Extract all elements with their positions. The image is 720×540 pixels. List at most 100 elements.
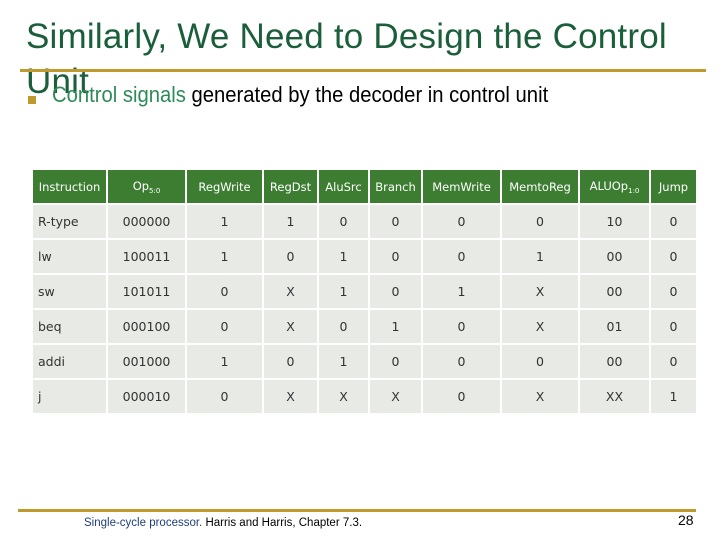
signal-cell: X	[264, 380, 317, 413]
signal-cell: 0	[651, 205, 696, 238]
signal-cell: X	[502, 275, 578, 308]
table-body: R-type 000000 1 1 0 0 0 0 10 0 lw 100011 1 0 1 0 0 1 00 0 sw…	[33, 205, 696, 413]
signal-cell: 1	[423, 275, 500, 308]
table-row: lw 100011 1 0 1 0 0 1 00 0	[33, 240, 696, 273]
signal-cell: X	[370, 380, 421, 413]
title-divider	[20, 69, 706, 72]
footer-divider	[18, 509, 696, 512]
signal-cell: 0	[370, 345, 421, 378]
signal-cell: 0	[187, 310, 262, 343]
instruction-cell: addi	[33, 345, 106, 378]
footer-citation: Single-cycle processor. Harris and Harri…	[84, 517, 362, 529]
instruction-cell: sw	[33, 275, 106, 308]
signal-cell: 00	[580, 275, 649, 308]
signal-cell: 0	[187, 380, 262, 413]
column-header-label: Instruction	[38, 179, 101, 194]
column-header-instruction: Instruction	[33, 170, 106, 203]
signal-cell: X	[502, 310, 578, 343]
column-header-label: RegWrite	[198, 179, 251, 194]
signal-cell: 0	[502, 205, 578, 238]
signal-cell: 0	[370, 205, 421, 238]
table-row: addi 001000 1 0 1 0 0 0 00 0	[33, 345, 696, 378]
signal-cell: 101011	[108, 275, 185, 308]
column-header-label: AluSrc	[325, 179, 362, 194]
signal-cell: 00	[580, 240, 649, 273]
signal-cell: 1	[370, 310, 421, 343]
column-header-label: Op	[132, 178, 150, 193]
signal-cell: 0	[264, 345, 317, 378]
column-header-jump: Jump	[651, 170, 696, 203]
signal-cell: 000000	[108, 205, 185, 238]
signal-cell: 0	[187, 275, 262, 308]
signal-cell: 0	[423, 240, 500, 273]
signal-cell: XX	[580, 380, 649, 413]
signal-cell: 1	[187, 240, 262, 273]
signal-cell: 1	[187, 345, 262, 378]
signal-cell: 1	[651, 380, 696, 413]
signal-cell: 001000	[108, 345, 185, 378]
column-header-regdst: RegDst	[264, 170, 317, 203]
column-header-label: Jump	[658, 179, 689, 194]
column-header-aluop: ALUOp1:0	[580, 170, 649, 203]
signal-cell: 1	[187, 205, 262, 238]
bullet-rest-text: generated by the decoder in control unit	[185, 82, 549, 107]
signal-cell: 10	[580, 205, 649, 238]
signal-cell: 0	[423, 205, 500, 238]
signal-cell: 00	[580, 345, 649, 378]
instruction-cell: R-type	[33, 205, 106, 238]
table-row: beq 000100 0 X 0 1 0 X 01 0	[33, 310, 696, 343]
signal-cell: 1	[264, 205, 317, 238]
bullet-point: Control signals generated by the decoder…	[52, 81, 548, 109]
signal-cell: 0	[502, 345, 578, 378]
column-header-subscript: 5:0	[149, 186, 161, 195]
column-header-regwrite: RegWrite	[187, 170, 262, 203]
table-row: sw 101011 0 X 1 0 1 X 00 0	[33, 275, 696, 308]
signal-cell: 0	[370, 240, 421, 273]
control-signals-table: Instruction Op5:0 RegWrite RegDst AluSrc Bran…	[31, 168, 698, 415]
signal-cell: 0	[651, 345, 696, 378]
signal-cell: 0	[651, 310, 696, 343]
signal-cell: 0	[264, 240, 317, 273]
instruction-cell: j	[33, 380, 106, 413]
signal-cell: 1	[319, 345, 368, 378]
column-header-subscript: 1:0	[628, 186, 640, 195]
bullet-square-icon	[28, 96, 36, 104]
signal-cell: X	[264, 275, 317, 308]
table-row: j 000010 0 X X X 0 X XX 1	[33, 380, 696, 413]
signal-cell: 0	[423, 310, 500, 343]
instruction-cell: lw	[33, 240, 106, 273]
column-header-memwrite: MemWrite	[423, 170, 500, 203]
table-row: R-type 000000 1 1 0 0 0 0 10 0	[33, 205, 696, 238]
signal-cell: X	[264, 310, 317, 343]
column-header-label: MemtoReg	[509, 179, 571, 194]
page-number: 28	[678, 512, 694, 528]
signal-cell: 100011	[108, 240, 185, 273]
column-header-label: Branch	[375, 179, 416, 194]
signal-cell: 1	[502, 240, 578, 273]
footer-source: Harris and Harris, Chapter 7.3.	[202, 517, 363, 529]
column-header-label: RegDst	[269, 179, 312, 194]
bullet-accent-text: Control signals	[52, 82, 186, 107]
signal-cell: 0	[319, 310, 368, 343]
signal-cell: 0	[423, 345, 500, 378]
signal-cell: X	[319, 380, 368, 413]
instruction-cell: beq	[33, 310, 106, 343]
signal-cell: 000100	[108, 310, 185, 343]
footer-link[interactable]: Single-cycle processor.	[84, 517, 202, 529]
column-header-branch: Branch	[370, 170, 421, 203]
column-header-op: Op5:0	[108, 170, 185, 203]
column-header-alusrc: AluSrc	[319, 170, 368, 203]
signal-cell: 0	[651, 240, 696, 273]
signal-cell: 0	[423, 380, 500, 413]
signal-cell: 1	[319, 240, 368, 273]
column-header-label: MemWrite	[432, 179, 491, 194]
signal-cell: 0	[319, 205, 368, 238]
signal-cell: 1	[319, 275, 368, 308]
column-header-label: ALUOp	[589, 178, 629, 193]
column-header-memtoreg: MemtoReg	[502, 170, 578, 203]
signal-cell: 0	[370, 275, 421, 308]
signal-cell: X	[502, 380, 578, 413]
signal-cell: 0	[651, 275, 696, 308]
table-header-row: Instruction Op5:0 RegWrite RegDst AluSrc Bran…	[33, 170, 696, 203]
signal-cell: 000010	[108, 380, 185, 413]
